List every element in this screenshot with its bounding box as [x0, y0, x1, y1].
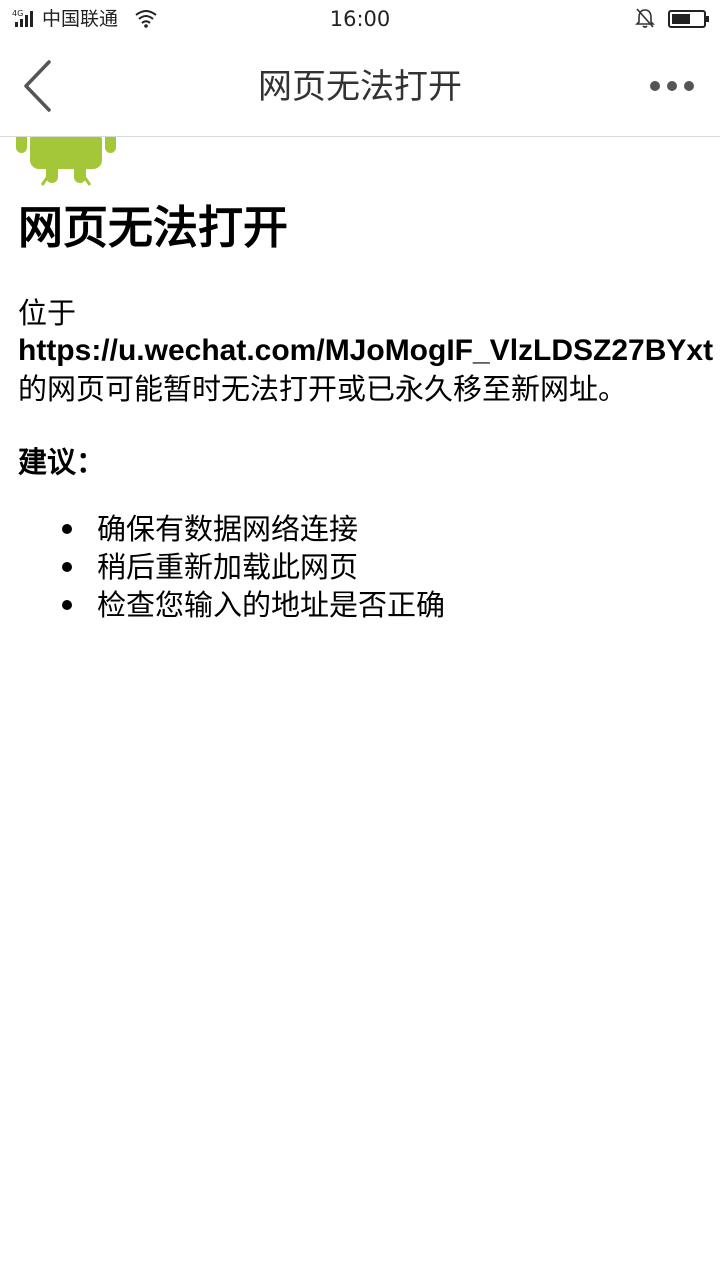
back-button[interactable] [14, 58, 64, 114]
status-bar: 4G 中国联通 16:00 [0, 0, 720, 38]
error-message: 位于 https://u.wechat.com/MJoMogIF_VlzLDSZ… [18, 294, 720, 408]
page-title: 网页无法打开 [258, 67, 462, 107]
message-suffix: 的网页可能暂时无法打开或已永久移至新网址。 [18, 372, 628, 406]
bell-muted-icon [635, 8, 655, 28]
error-page-content: 网页无法打开 位于 https://u.wechat.com/MJoMogIF_… [0, 137, 720, 1280]
list-item: 稍后重新加载此网页 [60, 548, 445, 586]
message-prefix: 位于 [18, 296, 77, 330]
android-robot-icon [16, 137, 116, 186]
more-dots-icon [650, 81, 694, 91]
battery-icon [668, 10, 709, 28]
suggestions-heading: 建议： [18, 445, 106, 479]
suggestions-list: 确保有数据网络连接 稍后重新加载此网页 检查您输入的地址是否正确 [60, 510, 445, 624]
suggestion-text: 稍后重新加载此网页 [97, 550, 359, 584]
chevron-left-icon [24, 60, 51, 112]
bullet-icon [62, 600, 72, 610]
list-item: 确保有数据网络连接 [60, 510, 445, 548]
suggestion-text: 检查您输入的地址是否正确 [97, 588, 446, 622]
error-url: https://u.wechat.com/MJoMogIF_VlzLDSZ27B… [18, 334, 714, 367]
status-time: 16:00 [329, 7, 391, 31]
suggestion-text: 确保有数据网络连接 [97, 512, 359, 546]
navigation-bar: 网页无法打开 [0, 38, 720, 137]
list-item: 检查您输入的地址是否正确 [60, 586, 445, 624]
more-options-button[interactable] [640, 66, 704, 106]
error-heading: 网页无法打开 [18, 201, 289, 254]
bullet-icon [62, 562, 72, 572]
bullet-icon [62, 524, 72, 534]
